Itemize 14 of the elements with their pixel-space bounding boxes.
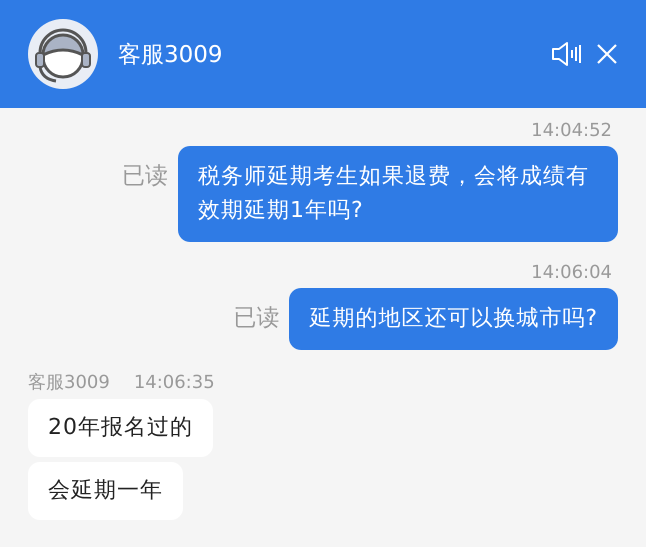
message-time: 14:06:35 <box>134 372 215 394</box>
sent-message-bubble: 税务师延期考生如果退费，会将成绩有效期延期1年吗? <box>178 146 618 242</box>
agent-avatar-icon <box>28 19 98 89</box>
read-status: 已读 <box>233 304 280 333</box>
close-icon[interactable] <box>596 43 618 65</box>
message-time: 14:04:52 <box>531 120 612 142</box>
speaker-icon[interactable] <box>550 41 582 67</box>
received-message-bubble: 会延期一年 <box>28 462 183 520</box>
sender-name: 客服3009 <box>28 372 110 394</box>
sent-message-bubble: 延期的地区还可以换城市吗? <box>289 288 618 350</box>
read-status: 已读 <box>122 162 168 191</box>
received-message-bubble: 20年报名过的 <box>28 399 213 457</box>
message-time: 14:06:04 <box>531 262 612 284</box>
agent-name: 客服3009 <box>118 40 223 70</box>
